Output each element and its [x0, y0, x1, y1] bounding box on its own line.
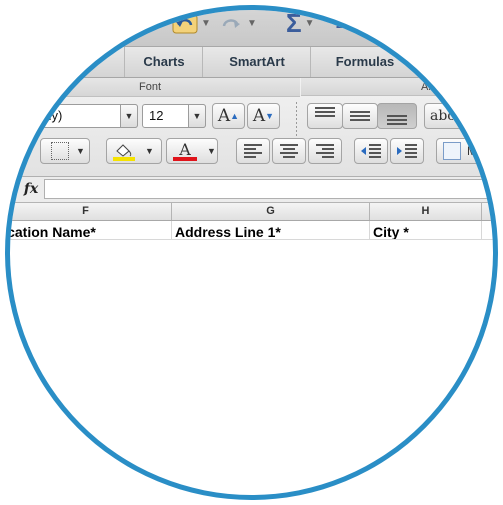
- align-left-button[interactable]: [236, 138, 270, 164]
- font-name-combo[interactable]: ody) ▼: [30, 104, 138, 128]
- merge-label: M: [467, 144, 477, 158]
- shrink-font-label: A: [252, 106, 266, 126]
- align-middle-button[interactable]: [342, 103, 378, 129]
- circular-viewport: ▼ ▼ Σ ▼ Z Charts SmartArt Formulas Font …: [10, 10, 493, 495]
- wrap-text-label: abc: [430, 108, 456, 124]
- tab-formulas[interactable]: Formulas: [310, 47, 419, 77]
- column-header-h[interactable]: H: [370, 203, 482, 220]
- align-right-icon: [316, 144, 334, 158]
- cell-i1[interactable]: [482, 221, 493, 239]
- increase-indent-icon: [397, 144, 417, 158]
- font-color-icon: A: [173, 141, 197, 161]
- cell-g1[interactable]: Address Line 1*: [172, 221, 370, 239]
- formula-bar: fx: [10, 177, 493, 203]
- shrink-font-button[interactable]: A ▼: [247, 103, 280, 129]
- grow-font-icon: ▲: [230, 111, 240, 121]
- redo-icon: [222, 19, 240, 28]
- screenshot-scene: ▼ ▼ Σ ▼ Z Charts SmartArt Formulas Font …: [0, 0, 503, 505]
- svg-text:Z: Z: [336, 15, 346, 32]
- tab-previous[interactable]: [10, 47, 124, 77]
- align-left-icon: [244, 144, 262, 158]
- redo-button[interactable]: ▼: [218, 10, 257, 38]
- wrap-text-button[interactable]: abc: [424, 103, 484, 129]
- ribbon-tabs: Charts SmartArt Formulas: [10, 47, 493, 78]
- fill-color-dropdown-icon[interactable]: ▼: [145, 146, 154, 156]
- font-color-dropdown-icon[interactable]: ▼: [207, 146, 216, 156]
- fill-color-icon: [113, 142, 135, 161]
- undo-button[interactable]: ▼: [172, 10, 211, 38]
- increase-indent-button[interactable]: [390, 138, 424, 164]
- column-header-row: F G H: [10, 203, 493, 221]
- font-size-combo[interactable]: 12 ▼: [142, 104, 206, 128]
- merge-icon: [443, 142, 461, 160]
- shrink-font-icon: ▼: [265, 111, 275, 121]
- font-size-dropdown-icon[interactable]: ▼: [188, 104, 206, 128]
- font-name-value: ody): [37, 108, 63, 123]
- cell-f1[interactable]: Location Name*: [10, 221, 172, 239]
- sort-az-icon: Z: [336, 15, 356, 32]
- tab-next[interactable]: [418, 47, 493, 77]
- grow-font-button[interactable]: A ▲: [212, 103, 245, 129]
- decrease-indent-icon: [361, 144, 381, 158]
- align-top-button[interactable]: [307, 103, 343, 129]
- font-size-value: 12: [149, 108, 164, 123]
- borders-button[interactable]: ▼: [40, 138, 90, 164]
- undo-icon: [172, 14, 198, 34]
- sheet-grid[interactable]: [10, 240, 493, 495]
- tab-charts[interactable]: Charts: [124, 47, 203, 77]
- align-top-icon: [315, 107, 335, 117]
- grow-font-label: A: [217, 106, 231, 126]
- autosum-dropdown-icon[interactable]: ▼: [305, 18, 315, 29]
- align-middle-icon: [350, 111, 370, 121]
- decrease-indent-button[interactable]: [354, 138, 388, 164]
- undo-dropdown-icon[interactable]: ▼: [201, 18, 211, 29]
- column-header-g[interactable]: G: [172, 203, 370, 220]
- merge-button[interactable]: M: [436, 138, 493, 164]
- formula-input[interactable]: [44, 179, 493, 199]
- column-header-i[interactable]: [482, 203, 493, 220]
- align-bottom-button[interactable]: [377, 103, 417, 129]
- fx-icon[interactable]: fx: [20, 179, 42, 199]
- cell-h1[interactable]: City *: [370, 221, 482, 239]
- borders-icon: [51, 142, 69, 160]
- tab-smartart[interactable]: SmartArt: [202, 47, 311, 77]
- ribbon-home: Font Al ody) ▼ 12 ▼ A ▲ A ▼ abc ▼ ▼ A ▼ …: [10, 78, 493, 177]
- align-center-icon: [280, 144, 298, 158]
- quick-access-toolbar: ▼ ▼ Σ ▼ Z: [10, 10, 493, 47]
- fill-color-button[interactable]: ▼: [106, 138, 162, 164]
- align-center-button[interactable]: [272, 138, 306, 164]
- borders-dropdown-icon[interactable]: ▼: [76, 146, 85, 156]
- align-right-button[interactable]: [308, 138, 342, 164]
- table-row: Location Name* Address Line 1* City *: [10, 221, 493, 240]
- font-color-button[interactable]: A ▼: [166, 138, 218, 164]
- align-bottom-icon: [387, 115, 407, 125]
- column-header-f[interactable]: F: [10, 203, 172, 220]
- sigma-icon: Σ: [286, 10, 302, 38]
- alignment-group-header: Al: [301, 78, 493, 96]
- redo-dropdown-icon[interactable]: ▼: [247, 18, 257, 29]
- autosum-button[interactable]: Σ ▼: [286, 10, 315, 38]
- font-name-dropdown-icon[interactable]: ▼: [120, 104, 138, 128]
- font-group-header: Font: [10, 78, 300, 97]
- sort-button[interactable]: Z: [334, 10, 360, 38]
